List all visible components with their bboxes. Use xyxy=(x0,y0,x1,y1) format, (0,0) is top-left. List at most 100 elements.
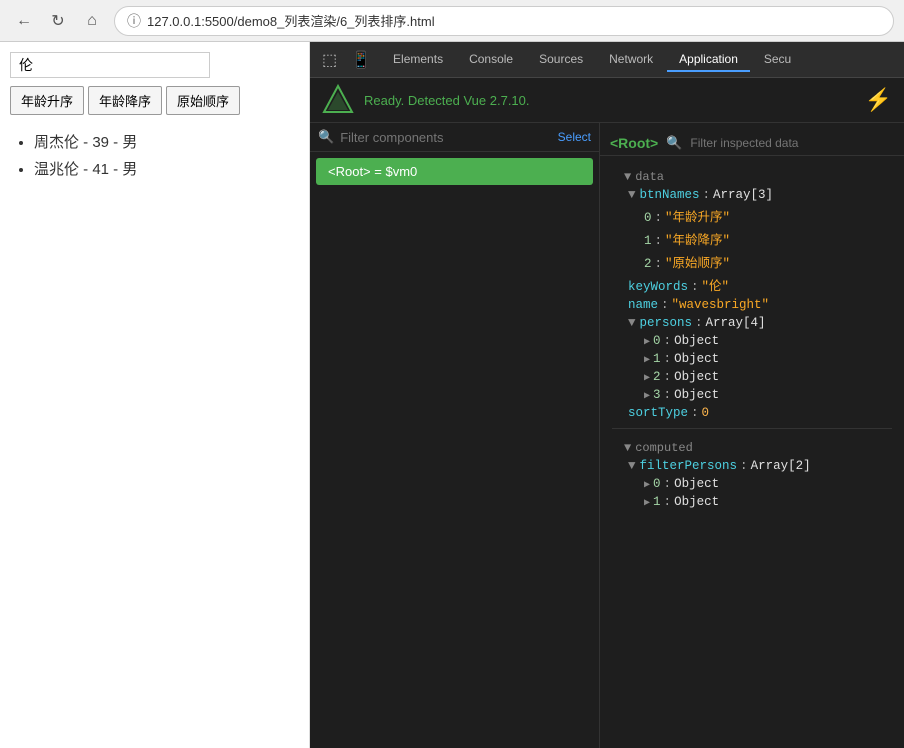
vue-header: Ready. Detected Vue 2.7.10. ⚡ xyxy=(310,78,904,123)
persons-1-row: ▶ 1 : Object xyxy=(612,350,892,368)
persons-row: ▼ persons : Array[4] xyxy=(612,314,892,332)
persons-0-expand[interactable]: ▶ xyxy=(644,336,650,348)
data-section: ▼ data ▼ btnNames : Array[3] 0 : xyxy=(600,156,904,519)
tab-console[interactable]: Console xyxy=(457,48,525,72)
person-list: 周杰伦 - 39 - 男 温兆伦 - 41 - 男 xyxy=(10,131,299,179)
persons-2-key: 2 xyxy=(653,370,661,384)
filterpersons-1-key: 1 xyxy=(653,495,661,509)
persons-key: persons xyxy=(640,316,693,330)
persons-3-expand[interactable]: ▶ xyxy=(644,390,650,402)
devtools-tabs: ⬚ 📱 Elements Console Sources Network App… xyxy=(310,42,904,78)
tab-sources[interactable]: Sources xyxy=(527,48,595,72)
persons-3-row: ▶ 3 : Object xyxy=(612,386,892,404)
filterpersons-expand[interactable]: ▼ xyxy=(628,459,636,473)
btnames-expand[interactable]: ▼ xyxy=(628,188,636,202)
tree-search-bar: 🔍 Select xyxy=(310,123,599,152)
filterpersons-1-row: ▶ 1 : Object xyxy=(612,493,892,511)
persons-1-value: Object xyxy=(674,352,719,366)
persons-2-value: Object xyxy=(674,370,719,384)
filterpersons-value: Array[2] xyxy=(751,459,811,473)
data-label: data xyxy=(635,170,664,184)
vue-status-text: Ready. Detected Vue 2.7.10. xyxy=(364,93,530,108)
section-divider xyxy=(612,428,892,429)
persons-0-value: Object xyxy=(674,334,719,348)
search-input[interactable] xyxy=(10,52,210,78)
persons-expand[interactable]: ▼ xyxy=(628,316,636,330)
root-tag: <Root> xyxy=(610,135,658,151)
filterpersons-0-value: Object xyxy=(674,477,719,491)
persons-value: Array[4] xyxy=(706,316,766,330)
search-icon-inspector: 🔍 xyxy=(666,135,682,151)
computed-section-arrow[interactable]: ▼ xyxy=(624,441,631,455)
btnames-2-value: "原始顺序" xyxy=(665,252,730,271)
main-layout: 年龄升序 年龄降序 原始顺序 周杰伦 - 39 - 男 温兆伦 - 41 - 男… xyxy=(0,42,904,748)
computed-section-label: ▼ computed xyxy=(612,435,892,457)
data-section-arrow[interactable]: ▼ xyxy=(624,170,631,184)
url-text: 127.0.0.1:5500/demo8_列表渲染/6_列表排序.html xyxy=(147,11,435,30)
name-row: name : "wavesbright" xyxy=(612,296,892,314)
devtools-panel: ⬚ 📱 Elements Console Sources Network App… xyxy=(310,42,904,748)
keywords-key: keyWords xyxy=(628,280,688,294)
tab-network[interactable]: Network xyxy=(597,48,665,72)
persons-1-expand[interactable]: ▶ xyxy=(644,354,650,366)
list-item: 温兆伦 - 41 - 男 xyxy=(34,158,299,179)
filterpersons-0-expand[interactable]: ▶ xyxy=(644,479,650,491)
btnames-0-row: 0 : "年龄升序" xyxy=(612,204,892,227)
persons-0-key: 0 xyxy=(653,334,661,348)
btnames-1-key: 1 xyxy=(644,234,652,248)
sort-original-button[interactable]: 原始顺序 xyxy=(166,86,240,115)
tab-security[interactable]: Secu xyxy=(752,48,803,72)
keywords-row: keyWords : "伦" xyxy=(612,273,892,296)
btnames-1-row: 1 : "年龄降序" xyxy=(612,227,892,250)
refresh-button[interactable]: ↻ xyxy=(44,7,72,35)
filterpersons-0-row: ▶ 0 : Object xyxy=(612,475,892,493)
root-component-item[interactable]: <Root> = $vm0 xyxy=(316,158,593,185)
inspector-header: <Root> 🔍 xyxy=(600,131,904,156)
persons-2-row: ▶ 2 : Object xyxy=(612,368,892,386)
keywords-value: "伦" xyxy=(702,275,730,294)
filter-data-input[interactable] xyxy=(690,136,894,150)
filterpersons-0-key: 0 xyxy=(653,477,661,491)
filterpersons-1-value: Object xyxy=(674,495,719,509)
sort-age-asc-button[interactable]: 年龄升序 xyxy=(10,86,84,115)
nav-buttons: ← ↻ ⌂ xyxy=(10,7,106,35)
btnames-value: Array[3] xyxy=(713,188,773,202)
sorttype-row: sortType : 0 xyxy=(612,404,892,422)
inspect-element-button[interactable]: ⬚ xyxy=(318,46,341,74)
persons-3-value: Object xyxy=(674,388,719,402)
btnames-0-value: "年龄升序" xyxy=(665,206,730,225)
search-icon: 🔍 xyxy=(318,129,334,145)
sorttype-value: 0 xyxy=(702,406,710,420)
vue-run-icon: ⚡ xyxy=(865,87,892,113)
address-bar[interactable]: ⓘ 127.0.0.1:5500/demo8_列表渲染/6_列表排序.html xyxy=(114,6,894,36)
name-key: name xyxy=(628,298,658,312)
btnames-2-row: 2 : "原始顺序" xyxy=(612,250,892,273)
device-toolbar-button[interactable]: 📱 xyxy=(347,46,375,74)
list-item: 周杰伦 - 39 - 男 xyxy=(34,131,299,152)
vue-devtools: Ready. Detected Vue 2.7.10. ⚡ 🔍 Select <… xyxy=(310,78,904,748)
tab-application[interactable]: Application xyxy=(667,48,750,72)
btn-group: 年龄升序 年龄降序 原始顺序 xyxy=(10,86,299,115)
sort-age-desc-button[interactable]: 年龄降序 xyxy=(88,86,162,115)
select-button[interactable]: Select xyxy=(558,130,591,144)
filterpersons-key: filterPersons xyxy=(640,459,738,473)
component-search-input[interactable] xyxy=(340,130,551,145)
component-tree: 🔍 Select <Root> = $vm0 xyxy=(310,123,600,748)
name-value: "wavesbright" xyxy=(672,298,770,312)
persons-2-expand[interactable]: ▶ xyxy=(644,372,650,384)
tab-elements[interactable]: Elements xyxy=(381,48,455,72)
persons-0-row: ▶ 0 : Object xyxy=(612,332,892,350)
vue-content: 🔍 Select <Root> = $vm0 <Root> 🔍 xyxy=(310,123,904,748)
btnames-row: ▼ btnNames : Array[3] xyxy=(612,186,892,204)
persons-3-key: 3 xyxy=(653,388,661,402)
info-icon: ⓘ xyxy=(127,11,141,31)
home-button[interactable]: ⌂ xyxy=(78,7,106,35)
btnames-key: btnNames xyxy=(640,188,700,202)
data-section-label: ▼ data xyxy=(612,164,892,186)
data-inspector: <Root> 🔍 ▼ data ▼ btnNames xyxy=(600,123,904,748)
vue-logo xyxy=(322,84,354,116)
sorttype-key: sortType xyxy=(628,406,688,420)
filterpersons-1-expand[interactable]: ▶ xyxy=(644,497,650,509)
back-button[interactable]: ← xyxy=(10,7,38,35)
btnames-1-value: "年龄降序" xyxy=(665,229,730,248)
